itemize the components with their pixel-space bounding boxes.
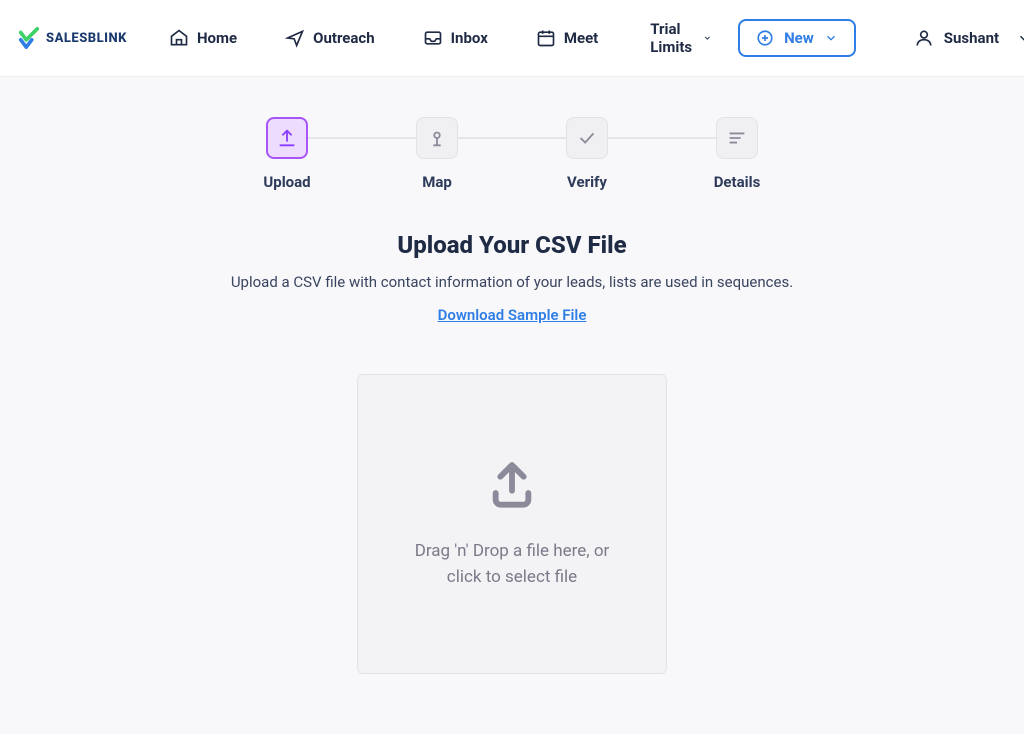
upload-section: Upload Your CSV File Upload a CSV file w…: [162, 231, 862, 674]
step-details[interactable]: Details: [662, 117, 812, 191]
plus-circle-icon: [756, 29, 774, 47]
step-verify-label: Verify: [567, 173, 607, 191]
nav-outreach-label: Outreach: [313, 29, 375, 47]
main-content: Upload Map Verify Details Upload Your CS…: [0, 77, 1024, 734]
step-map[interactable]: Map: [362, 117, 512, 191]
new-button[interactable]: New: [738, 19, 856, 57]
username: Sushant: [944, 29, 999, 47]
nav-outreach[interactable]: Outreach: [271, 20, 389, 56]
page-description: Upload a CSV file with contact informati…: [162, 273, 862, 291]
page-title: Upload Your CSV File: [162, 231, 862, 259]
nav-home[interactable]: Home: [155, 20, 251, 56]
trial-limits-dropdown[interactable]: Trial Limits: [640, 12, 722, 64]
user-menu[interactable]: Sushant: [914, 28, 1024, 48]
chevron-down-icon: [824, 31, 838, 45]
logo-icon: [18, 27, 40, 49]
send-icon: [285, 28, 305, 48]
list-icon: [726, 127, 748, 149]
calendar-icon: [536, 28, 556, 48]
upload-cloud-icon: [484, 458, 540, 514]
nav-meet-label: Meet: [564, 29, 598, 47]
nav-inbox[interactable]: Inbox: [409, 20, 502, 56]
trial-limits-label: Trial Limits: [650, 20, 697, 56]
dropzone-text: Drag 'n' Drop a file here, or click to s…: [412, 538, 612, 591]
stepper: Upload Map Verify Details: [20, 117, 1004, 191]
top-header: SALESBLINK Home Outreach Inbox Meet Tria…: [0, 0, 1024, 77]
step-details-label: Details: [714, 173, 761, 191]
file-dropzone[interactable]: Drag 'n' Drop a file here, or click to s…: [357, 374, 667, 674]
pin-icon: [426, 127, 448, 149]
upload-icon: [276, 127, 298, 149]
check-icon: [576, 127, 598, 149]
home-icon: [169, 28, 189, 48]
logo[interactable]: SALESBLINK: [18, 27, 127, 49]
download-sample-link[interactable]: Download Sample File: [438, 306, 587, 324]
inbox-icon: [423, 28, 443, 48]
chevron-down-icon: [703, 31, 712, 45]
new-button-label: New: [784, 29, 814, 47]
nav-home-label: Home: [197, 29, 237, 47]
step-upload-label: Upload: [263, 173, 310, 191]
step-verify[interactable]: Verify: [512, 117, 662, 191]
chevron-down-icon: [1017, 31, 1024, 45]
nav-meet[interactable]: Meet: [522, 20, 612, 56]
user-icon: [914, 28, 934, 48]
nav-inbox-label: Inbox: [451, 29, 488, 47]
step-map-label: Map: [422, 173, 452, 191]
step-upload[interactable]: Upload: [212, 117, 362, 191]
brand-name: SALESBLINK: [46, 31, 127, 46]
